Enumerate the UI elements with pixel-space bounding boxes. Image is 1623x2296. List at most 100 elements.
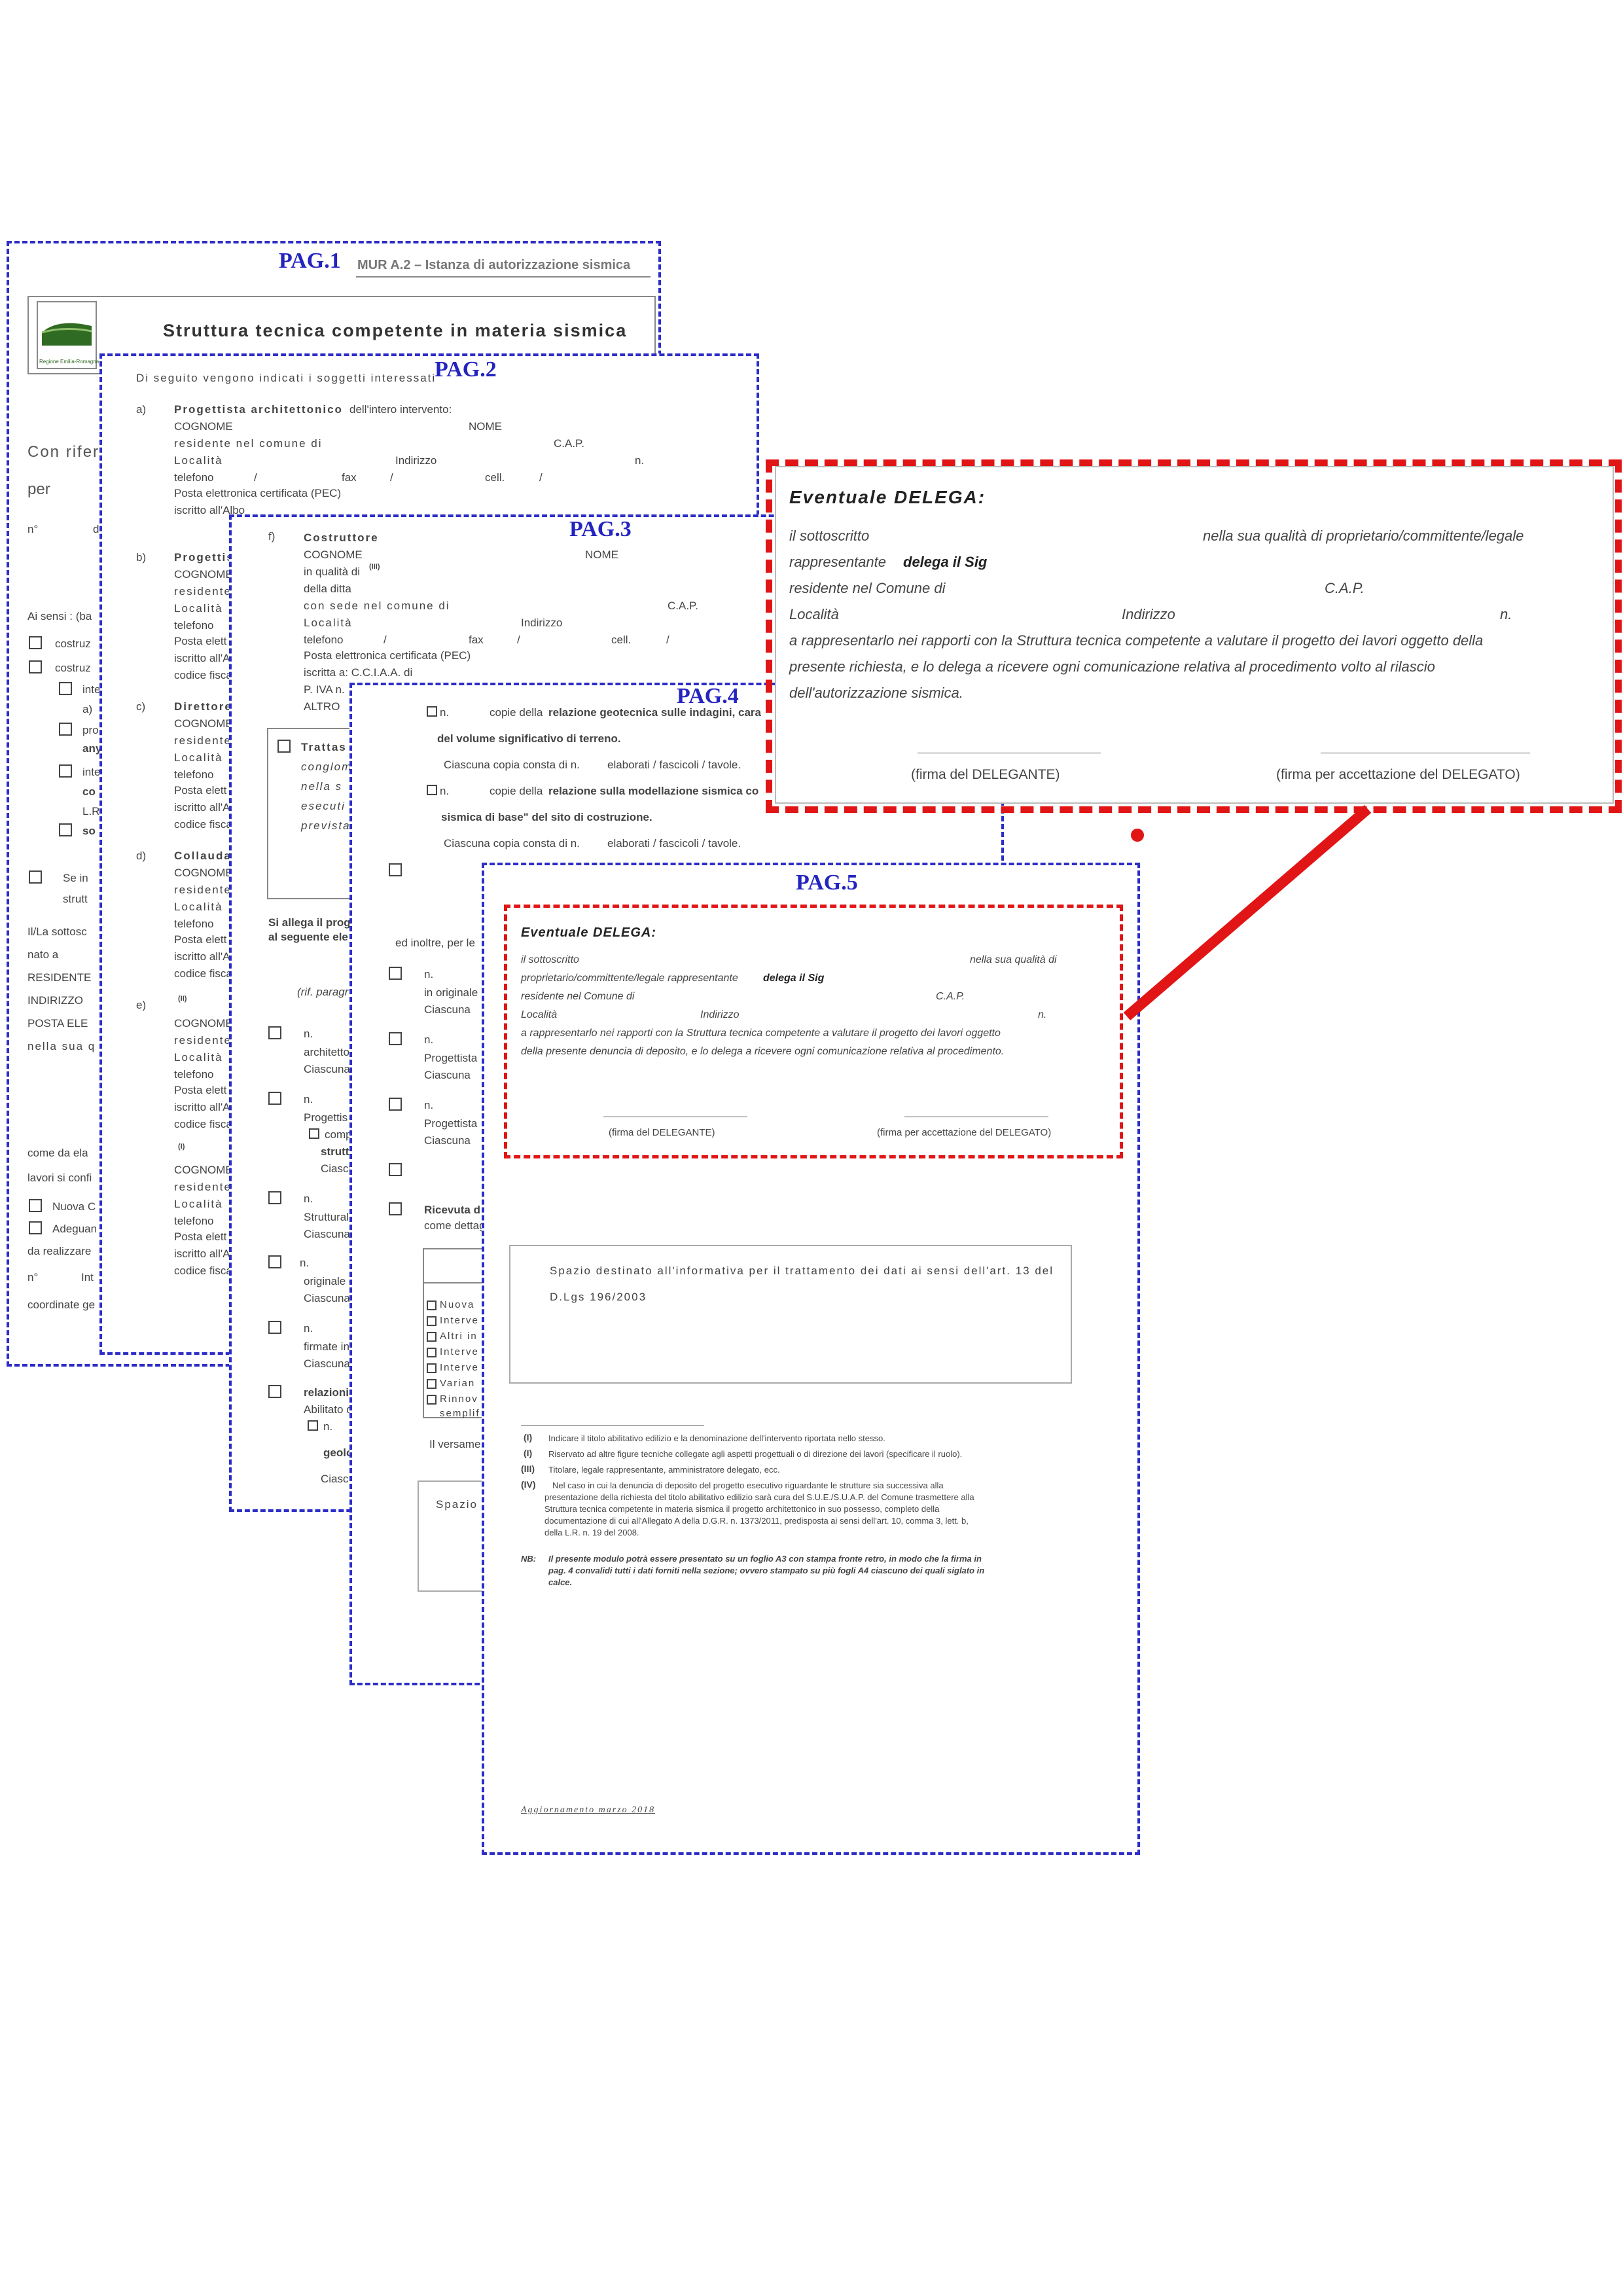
p3-allega1: Si allega il prog: [268, 916, 351, 929]
p2-f-posta: Posta elett: [174, 1230, 227, 1243]
zoom-sig1: (firma del DELEGANTE): [911, 767, 1060, 782]
checkbox-p3-3[interactable]: [268, 1191, 281, 1204]
p4-table-4: Interve: [440, 1362, 479, 1373]
zoom-title: Eventuale DELEGA:: [789, 487, 986, 507]
checkbox-nuova[interactable]: [29, 1199, 42, 1212]
p3-nella: nella s: [301, 780, 343, 793]
region-logo: Regione Emilia-Romagna: [37, 301, 99, 369]
checkbox-p3-6b[interactable]: [308, 1420, 318, 1431]
checkbox-inte-2[interactable]: [59, 764, 72, 778]
checkbox-adeguam[interactable]: [29, 1221, 42, 1234]
p2-b-iscritto: iscritto all'A: [174, 652, 230, 664]
p3-ciascuna3: Ciascuna: [304, 1228, 350, 1240]
checkbox-p3-6[interactable]: [268, 1385, 281, 1398]
p4-n1: n.: [440, 706, 450, 719]
checkbox-table-1[interactable]: [427, 1316, 437, 1326]
zoom-l3a: residente nel Comune di: [789, 580, 946, 596]
p2-d-letter: d): [136, 850, 147, 862]
checkbox-p3-4[interactable]: [268, 1255, 281, 1268]
form-code-header: MUR A.2 – Istanza di autorizzazione sism…: [357, 258, 631, 272]
p3-cap: C.A.P.: [668, 600, 698, 612]
p1-text-n2: n°: [27, 1271, 39, 1283]
p3-n5: n.: [304, 1322, 313, 1335]
page-1-label: PAG.1: [279, 249, 341, 273]
p2-a-slash3: /: [539, 471, 543, 484]
p3-slash2: /: [517, 634, 520, 646]
p2-a-title: Progettista architettonico: [174, 403, 343, 416]
p3-nome: NOME: [585, 548, 618, 561]
p2-d-iscritto: iscritto all'A: [174, 950, 230, 963]
p2-c-title: Direttore: [174, 700, 232, 713]
p3-allega2: al seguente ele: [268, 931, 348, 943]
p3-rif: (rif. paragr: [297, 986, 349, 998]
p2-d-telefono: telefono: [174, 918, 214, 930]
p1-text-co: co: [82, 785, 96, 798]
p3-esecuti: esecuti: [301, 800, 346, 812]
p1-text-any: any: [82, 742, 102, 755]
checkbox-p3-5[interactable]: [268, 1321, 281, 1334]
p2-c-residente: residente: [174, 734, 232, 747]
p2-b-posta: Posta elett: [174, 635, 227, 647]
checkbox-costruz-2[interactable]: [29, 660, 42, 673]
checkbox-p4-geo[interactable]: [427, 706, 437, 717]
p5-note1-t: Riservato ad altre figure tecniche colle…: [548, 1449, 963, 1459]
p5-l4c: n.: [1038, 1009, 1047, 1020]
p4-spazio: Spazio: [436, 1498, 478, 1511]
p3-fax: fax: [469, 634, 484, 646]
checkbox-table-0[interactable]: [427, 1300, 437, 1310]
p2-d-codice: codice fisca: [174, 967, 232, 980]
checkbox-p4-mod[interactable]: [427, 785, 437, 795]
checkbox-p4-e[interactable]: [389, 1163, 402, 1176]
checkbox-p3-comp[interactable]: [309, 1128, 319, 1139]
p3-n2: n.: [304, 1093, 313, 1105]
p1-text-darealizzare: da realizzare: [27, 1245, 92, 1257]
checkbox-p4-f[interactable]: [389, 1202, 402, 1215]
p2-c-telefono: telefono: [174, 768, 214, 781]
checkbox-table-4[interactable]: [427, 1363, 437, 1373]
p1-text-adeguan: Adeguan: [52, 1223, 98, 1235]
zoom-l7: dell'autorizzazione sismica.: [789, 685, 963, 701]
p2-a-letter: a): [136, 403, 147, 416]
p5-note3-more2: documentazione di cui all'Allegato A del…: [544, 1516, 969, 1526]
p1-text-nato: nato a: [27, 948, 59, 961]
checkbox-table-2[interactable]: [427, 1332, 437, 1342]
checkbox-costruz-1[interactable]: [29, 636, 42, 649]
zoom-l2a: rappresentante: [789, 554, 886, 570]
p2-e-localita: Località: [174, 1051, 223, 1064]
p2-f-telefono: telefono: [174, 1215, 214, 1227]
checkbox-table-3[interactable]: [427, 1348, 437, 1357]
p2-e-posta: Posta elett: [174, 1084, 227, 1096]
checkbox-p3-2[interactable]: [268, 1092, 281, 1105]
checkbox-p3-1[interactable]: [268, 1026, 281, 1039]
checkbox-inte-1[interactable]: [59, 682, 72, 695]
checkbox-p4-b[interactable]: [389, 967, 402, 980]
checkbox-p4-c[interactable]: [389, 1032, 402, 1045]
page-2-label: PAG.2: [435, 357, 497, 382]
p2-c-iscritto: iscritto all'A: [174, 801, 230, 814]
checkbox-p4-d[interactable]: [389, 1098, 402, 1111]
p1-text-comeda: come da ela: [27, 1147, 88, 1159]
checkbox-table-5[interactable]: [427, 1379, 437, 1389]
checkbox-pro[interactable]: [59, 723, 72, 736]
p2-f-residente: residente: [174, 1181, 232, 1193]
p5-nb-key: NB:: [521, 1554, 537, 1564]
p4-elaborati1: elaborati / fascicoli / tavole.: [607, 759, 741, 771]
p3-architetto: architetto: [304, 1046, 349, 1058]
p1-title: Struttura tecnica competente in materia …: [163, 321, 628, 340]
p1-text-so: so: [82, 825, 96, 837]
p3-ditta: della ditta: [304, 583, 351, 595]
p2-f-localita: Località: [174, 1198, 223, 1210]
checkbox-se-in[interactable]: [29, 870, 42, 884]
p5-nb1: pag. 4 convalidi tutti i dati forniti ne…: [548, 1566, 985, 1575]
checkbox-p4-a[interactable]: [389, 863, 402, 876]
p5-note3-t: Nel caso in cui la denuncia di deposito …: [552, 1480, 944, 1490]
checkbox-so[interactable]: [59, 823, 72, 836]
p1-text-nuova: Nuova C: [52, 1200, 96, 1213]
zoom-l4c: n.: [1500, 606, 1512, 622]
checkbox-trattas[interactable]: [277, 740, 291, 753]
p1-text-aisensi: Ai sensi : (ba: [27, 610, 92, 622]
checkbox-table-6[interactable]: [427, 1395, 437, 1405]
p3-n6: n.: [323, 1420, 333, 1433]
p3-costruttore: Costruttore: [304, 531, 379, 544]
p2-b-residente: residente: [174, 585, 232, 598]
